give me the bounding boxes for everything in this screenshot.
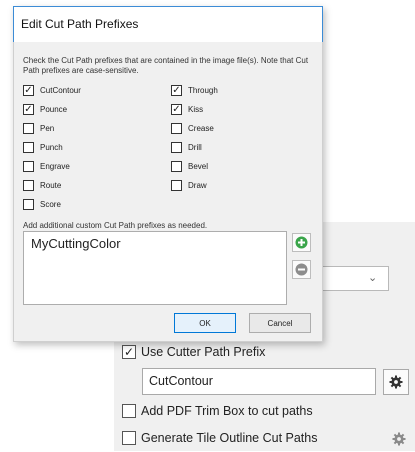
- add-trim-box-checkbox[interactable]: [122, 404, 136, 418]
- use-cutter-prefix-row[interactable]: ✓ Use Cutter Path Prefix: [122, 345, 265, 359]
- add-prefix-button[interactable]: [292, 233, 311, 252]
- prefix-checkbox-kiss[interactable]: ✓ Kiss: [171, 104, 203, 115]
- dialog-title: Edit Cut Path Prefixes: [21, 17, 139, 31]
- checkbox[interactable]: [171, 161, 182, 172]
- plus-circle-icon: [295, 236, 308, 249]
- gear-icon: [389, 375, 403, 389]
- tile-outline-row[interactable]: Generate Tile Outline Cut Paths: [122, 431, 317, 445]
- prefix-label: Route: [40, 181, 62, 190]
- prefix-checkbox-engrave[interactable]: Engrave: [23, 161, 70, 172]
- checkbox[interactable]: [171, 142, 182, 153]
- checkbox[interactable]: ✓: [23, 104, 34, 115]
- prefix-label: Score: [40, 200, 61, 209]
- checkbox[interactable]: [23, 142, 34, 153]
- prefix-label: CutContour: [40, 86, 81, 95]
- add-trim-box-label: Add PDF Trim Box to cut paths: [141, 404, 313, 418]
- prefix-checkbox-route[interactable]: Route: [23, 180, 61, 191]
- prefix-checkbox-cutcontour[interactable]: ✓ CutContour: [23, 85, 81, 96]
- custom-prefixes-label: Add additional custom Cut Path prefixes …: [23, 221, 208, 230]
- chevron-down-icon: ⌄: [368, 272, 378, 284]
- checkbox[interactable]: [23, 123, 34, 134]
- tile-outline-settings-button[interactable]: [386, 426, 412, 452]
- prefix-label: Through: [188, 86, 218, 95]
- prefix-checkbox-draw[interactable]: Draw: [171, 180, 207, 191]
- remove-prefix-button[interactable]: [292, 260, 311, 279]
- checkbox[interactable]: [23, 161, 34, 172]
- prefix-checkbox-pounce[interactable]: ✓ Pounce: [23, 104, 67, 115]
- use-cutter-prefix-checkbox[interactable]: ✓: [122, 345, 136, 359]
- checkbox[interactable]: [23, 180, 34, 191]
- edit-cut-path-prefixes-dialog: Edit Cut Path Prefixes Check the Cut Pat…: [13, 6, 323, 342]
- gear-icon: [392, 432, 406, 446]
- prefix-label: Drill: [188, 143, 202, 152]
- prefix-checkbox-crease[interactable]: Crease: [171, 123, 214, 134]
- prefix-settings-button[interactable]: [383, 369, 409, 395]
- ok-button[interactable]: OK: [174, 313, 236, 333]
- prefix-checkbox-bevel[interactable]: Bevel: [171, 161, 208, 172]
- prefix-label: Crease: [188, 124, 214, 133]
- cutter-prefix-input[interactable]: CutContour: [142, 368, 376, 395]
- checkbox[interactable]: [23, 199, 34, 210]
- prefix-checkbox-punch[interactable]: Punch: [23, 142, 63, 153]
- cancel-button[interactable]: Cancel: [249, 313, 311, 333]
- dialog-description: Check the Cut Path prefixes that are con…: [23, 56, 309, 75]
- prefix-label: Engrave: [40, 162, 70, 171]
- title-bar[interactable]: Edit Cut Path Prefixes: [13, 6, 323, 42]
- prefix-checkbox-pen[interactable]: Pen: [23, 123, 54, 134]
- tile-outline-label: Generate Tile Outline Cut Paths: [141, 431, 318, 445]
- prefix-label: Pen: [40, 124, 55, 133]
- add-trim-box-row[interactable]: Add PDF Trim Box to cut paths: [122, 404, 313, 418]
- minus-circle-icon: [295, 263, 308, 276]
- tile-outline-checkbox[interactable]: [122, 431, 136, 445]
- prefix-checkbox-score[interactable]: Score: [23, 199, 61, 210]
- list-item[interactable]: MyCuttingColor: [31, 236, 121, 251]
- checkbox[interactable]: [171, 123, 182, 134]
- prefix-checkbox-drill[interactable]: Drill: [171, 142, 202, 153]
- checkbox[interactable]: ✓: [23, 85, 34, 96]
- prefix-checkbox-through[interactable]: ✓ Through: [171, 85, 218, 96]
- prefix-label: Draw: [188, 181, 207, 190]
- dropdown-select[interactable]: ⌄: [318, 266, 389, 291]
- prefix-label: Punch: [40, 143, 63, 152]
- use-cutter-prefix-label: Use Cutter Path Prefix: [141, 345, 266, 359]
- checkbox[interactable]: ✓: [171, 104, 182, 115]
- prefix-label: Pounce: [40, 105, 68, 114]
- checkbox[interactable]: [171, 180, 182, 191]
- checkbox[interactable]: ✓: [171, 85, 182, 96]
- custom-prefix-list[interactable]: MyCuttingColor: [23, 231, 287, 305]
- prefix-label: Bevel: [188, 162, 209, 171]
- prefix-label: Kiss: [188, 105, 204, 114]
